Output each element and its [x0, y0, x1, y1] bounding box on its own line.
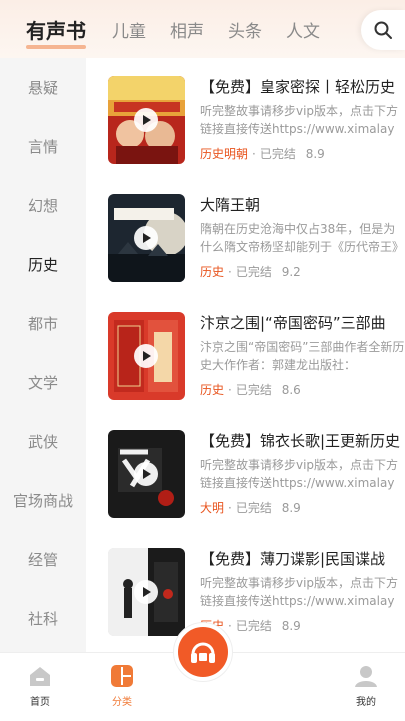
- book-description: 汴京之围“帝国密码”三部曲作者全新历史大作作者：郭建龙出版社：: [200, 340, 405, 372]
- headphones-icon: [191, 642, 215, 663]
- book-score: 8.9: [281, 501, 301, 515]
- sidebar-item-urban[interactable]: 都市: [0, 294, 86, 353]
- list-item[interactable]: 大隋王朝 隋朝在历史沧海中仅占38年，但是为什么隋文帝杨坚却能列于《历代帝王》 …: [86, 176, 405, 294]
- book-status: 已完结: [235, 383, 272, 397]
- book-description: 听完整故事请移步vip版本，点击下方链接直接传送https://www.xima…: [200, 576, 399, 608]
- list-item[interactable]: 【免费】皇家密探丨轻松历史 听完整故事请移步vip版本，点击下方链接直接传送ht…: [86, 58, 405, 176]
- tab-headlines[interactable]: 头条: [228, 17, 262, 42]
- tab-audiobook[interactable]: 有声书: [26, 15, 86, 49]
- nav-mine-label: 我的: [356, 697, 376, 708]
- book-status: 已完结: [235, 619, 272, 633]
- book-tag[interactable]: 历史: [200, 265, 224, 279]
- player-button[interactable]: [174, 623, 232, 681]
- sidebar-item-literature[interactable]: 文学: [0, 353, 86, 412]
- book-title: 【免费】锦衣长歌|王更新历史: [200, 432, 401, 450]
- nav-category-label: 分类: [112, 697, 132, 708]
- book-cover: [108, 430, 185, 518]
- sidebar-item-fantasy[interactable]: 幻想: [0, 176, 86, 235]
- book-tag[interactable]: 历史明朝: [200, 147, 248, 161]
- book-title: 【免费】薄刀谍影|民国谍战: [200, 550, 386, 568]
- book-score: 8.9: [281, 619, 301, 633]
- book-status: 已完结: [235, 501, 272, 515]
- nav-category[interactable]: 分类: [82, 653, 162, 721]
- sidebar-item-management[interactable]: 经管: [0, 530, 86, 589]
- top-bar: 有声书 儿童 相声 头条 人文: [0, 0, 405, 58]
- nav-home-label: 首页: [30, 697, 50, 708]
- book-status: 已完结: [235, 265, 272, 279]
- category-icon: [111, 665, 133, 687]
- book-cover: [108, 312, 185, 400]
- book-cover: [108, 548, 185, 636]
- sidebar-item-wuxia[interactable]: 武侠: [0, 412, 86, 471]
- book-cover: [108, 76, 185, 164]
- tab-crosstalk[interactable]: 相声: [170, 17, 204, 42]
- book-status: 已完结: [259, 147, 296, 161]
- book-description: 隋朝在历史沧海中仅占38年，但是为什么隋文帝杨坚却能列于《历代帝王》: [200, 222, 405, 254]
- play-icon: [134, 226, 158, 250]
- book-title: 【免费】皇家密探丨轻松历史: [200, 78, 396, 96]
- nav-mine[interactable]: 我的: [326, 653, 405, 721]
- list-item[interactable]: 【免费】薄刀谍影|民国谍战 听完整故事请移步vip版本，点击下方链接直接传送ht…: [86, 530, 405, 648]
- sidebar-item-social-science[interactable]: 社科: [0, 589, 86, 648]
- play-icon: [134, 108, 158, 132]
- book-meta: 历史 · 已完结 8.6: [200, 383, 301, 397]
- nav-home[interactable]: 首页: [0, 653, 80, 721]
- book-meta: 历史明朝 · 已完结 8.9: [200, 147, 325, 161]
- category-tabs: 有声书 儿童 相声 头条 人文: [0, 0, 344, 58]
- play-icon: [134, 344, 158, 368]
- book-cover: [108, 194, 185, 282]
- search-icon: [374, 21, 392, 39]
- book-score: 9.2: [281, 265, 301, 279]
- sidebar-item-business[interactable]: 官场商战: [0, 471, 86, 530]
- book-tag[interactable]: 大明: [200, 501, 224, 515]
- book-meta: 大明 · 已完结 8.9: [200, 501, 301, 515]
- bottom-nav: 首页 分类 我的: [0, 623, 405, 721]
- search-button[interactable]: [361, 10, 405, 50]
- book-description: 听完整故事请移步vip版本，点击下方链接直接传送https://www.xima…: [200, 104, 399, 136]
- play-icon: [134, 462, 158, 486]
- book-title: 大隋王朝: [200, 196, 261, 214]
- book-title: 汴京之围|“帝国密码”三部曲: [200, 314, 386, 332]
- book-meta: 历史·已完结 8.9: [200, 618, 405, 634]
- home-icon: [30, 667, 50, 686]
- sidebar-item-history[interactable]: 历史: [0, 235, 86, 294]
- list-item[interactable]: 【免费】锦衣长歌|王更新历史 听完整故事请移步vip版本，点击下方链接直接传送h…: [86, 412, 405, 530]
- book-tag[interactable]: 历史: [200, 383, 224, 397]
- category-sidebar: 悬疑 言情 幻想 历史 都市 文学 武侠 官场商战 经管 社科: [0, 58, 86, 652]
- book-list: 【免费】皇家密探丨轻松历史 听完整故事请移步vip版本，点击下方链接直接传送ht…: [86, 58, 405, 652]
- list-item[interactable]: 汴京之围|“帝国密码”三部曲 汴京之围“帝国密码”三部曲作者全新历史大作作者：郭…: [86, 294, 405, 412]
- user-icon: [355, 666, 377, 687]
- play-icon: [134, 580, 158, 604]
- sidebar-item-suspense[interactable]: 悬疑: [0, 58, 86, 117]
- book-score: 8.9: [305, 147, 325, 161]
- tab-humanities[interactable]: 人文: [286, 17, 320, 42]
- book-score: 8.6: [281, 383, 301, 397]
- sidebar-item-romance[interactable]: 言情: [0, 117, 86, 176]
- book-description: 听完整故事请移步vip版本，点击下方链接直接传送https://www.xima…: [200, 458, 399, 490]
- book-meta: 历史 · 已完结 9.2: [200, 265, 301, 279]
- tab-children[interactable]: 儿童: [112, 17, 146, 42]
